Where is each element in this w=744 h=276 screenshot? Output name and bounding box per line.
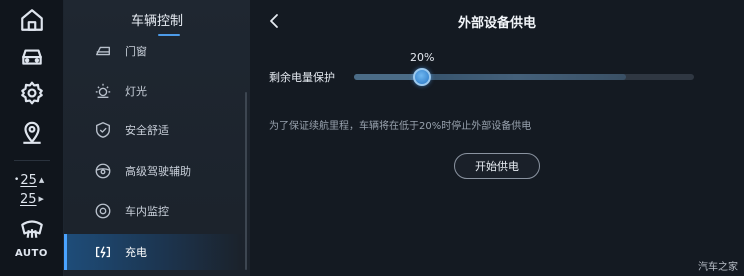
main-panel: 外部设备供电 剩余电量保护 20% 为了保证续航里程，车辆将在低于20%时停止外… [250,0,744,276]
menu-item-cabin-monitor[interactable]: 车内监控 [64,193,242,229]
screen: • 25 ▲ 25 ▶ AUTO 车辆控制 门窗 灯光 安全舒适 高级驾驶辅助 … [0,0,744,276]
door-icon [94,42,112,60]
page-title: 外部设备供电 [457,16,536,31]
temp-lower[interactable]: 25 ▶ [14,190,54,208]
menu-item-label: 充电 [125,246,147,259]
menu-item-safety-comfort[interactable]: 安全舒适 [64,112,242,148]
charging-icon [94,243,112,261]
camera-icon [94,202,112,220]
menu-item-adas[interactable]: 高级驾驶辅助 [64,153,242,189]
settings-icon[interactable] [16,77,48,109]
steering-wheel-icon [94,162,112,180]
watermark: 汽车之家 [698,262,738,273]
active-indicator [64,234,67,270]
left-rail: • 25 ▲ 25 ▶ AUTO [0,0,64,276]
vehicle-control-menu: 车辆控制 门窗 灯光 安全舒适 高级驾驶辅助 车内监控 充电 [64,0,250,276]
shield-icon [94,121,112,139]
home-icon[interactable] [16,4,48,36]
menu-title: 车辆控制 [130,14,183,29]
battery-protection-value: 20% [410,51,435,64]
menu-item-label: 车内监控 [125,205,169,218]
menu-item-label: 高级驾驶辅助 [125,165,191,178]
menu-scrollbar-thumb[interactable] [245,92,247,270]
light-icon [94,82,112,100]
start-power-supply-button[interactable]: 开始供电 [454,153,540,179]
menu-item-doors-windows[interactable]: 门窗 [64,33,242,69]
slider-fill [354,74,422,80]
map-pin-icon[interactable] [16,116,48,148]
rail-divider [14,160,50,161]
temp-arrows-icon: ▲ [38,176,45,184]
menu-item-label: 门窗 [125,45,147,58]
temp-upper[interactable]: • 25 ▲ [14,171,54,189]
menu-item-label: 灯光 [125,85,147,98]
auto-mode-label[interactable]: AUTO [15,248,51,264]
defrost-icon[interactable] [16,212,48,244]
menu-item-lights[interactable]: 灯光 [64,73,242,109]
battery-protection-label: 剩余电量保护 [269,71,335,84]
menu-item-charging[interactable]: 充电 [64,234,242,270]
temp-lower-arrow-icon: ▶ [38,195,44,203]
battery-protection-slider[interactable] [354,67,694,87]
menu-item-label: 安全舒适 [125,124,169,137]
temp-upper-value: 25 [20,172,37,188]
slider-thumb[interactable] [413,68,431,86]
temp-lower-value: 25 [20,191,37,207]
car-icon[interactable] [16,40,48,72]
range-note: 为了保证续航里程，车辆将在低于20%时停止外部设备供电 [269,121,532,132]
